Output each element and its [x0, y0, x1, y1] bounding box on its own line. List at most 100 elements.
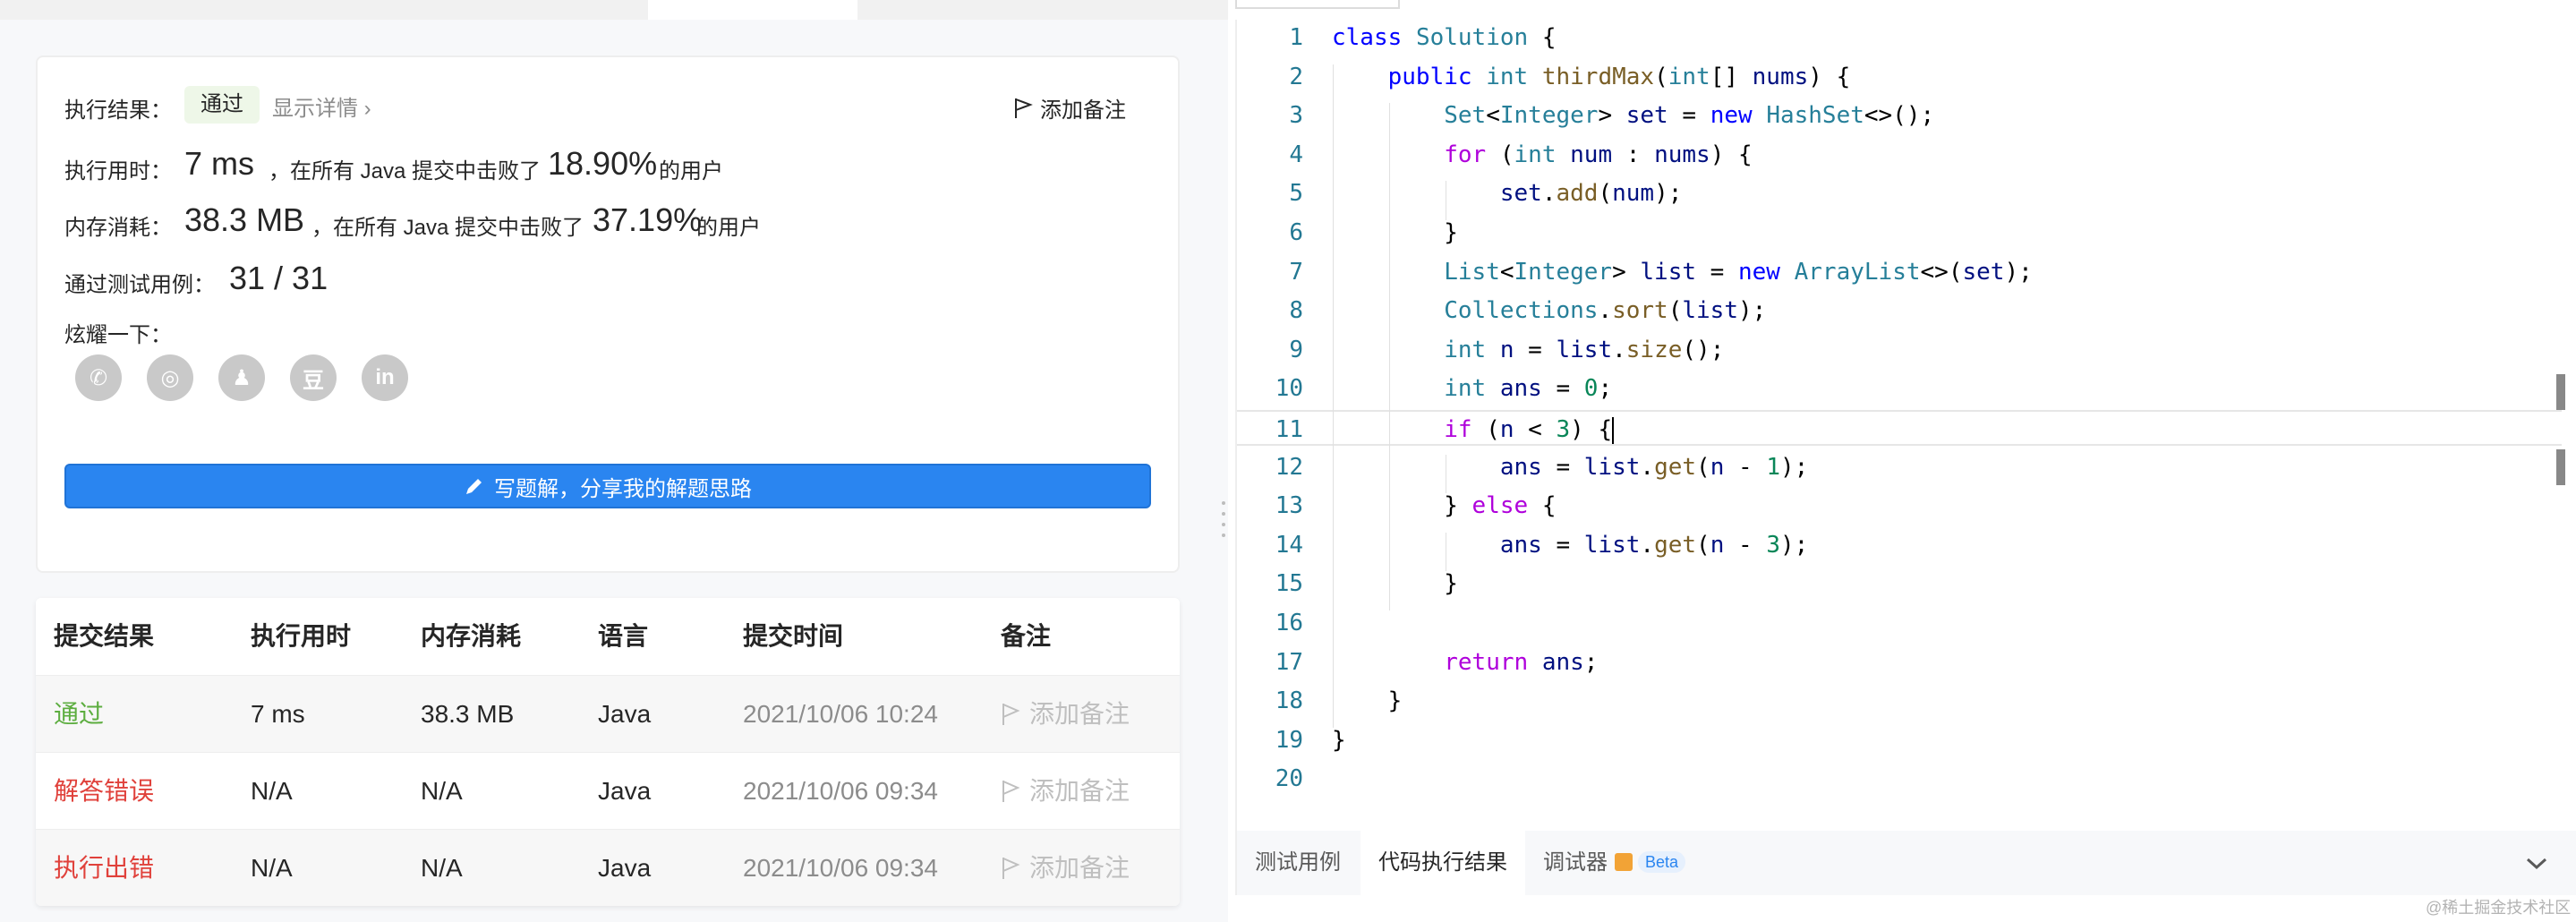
add-note-button[interactable]: 添加备注	[1013, 92, 1126, 124]
tests-value: 31 / 31	[229, 260, 328, 296]
show-details-link[interactable]: 显示详情 ›	[272, 90, 371, 122]
add-note-label: 添加备注	[1040, 98, 1126, 123]
code-text[interactable]: return ans;	[1332, 645, 1598, 680]
line-number: 16	[1275, 610, 1303, 636]
write-solution-label: 写题解，分享我的解题思路	[494, 476, 752, 501]
code-text[interactable]: ans = list.get(n - 1);	[1332, 449, 1808, 485]
tab-testcase[interactable]: 测试用例	[1237, 831, 1359, 895]
debugger-label: 调试器	[1543, 850, 1608, 875]
code-line[interactable]: 19}	[1237, 722, 2562, 758]
scrollbar-marker[interactable]	[2556, 374, 2565, 410]
row-runtime: N/A	[251, 777, 293, 805]
code-text[interactable]: public int thirdMax(int[] nums) {	[1332, 59, 1851, 95]
code-text[interactable]: }	[1332, 722, 1346, 758]
code-text[interactable]: for (int num : nums) {	[1332, 137, 1752, 173]
code-text[interactable]: Set<Integer> set = new HashSet<>();	[1332, 98, 1934, 133]
code-line[interactable]: 14 ans = list.get(n - 3);	[1237, 527, 2562, 563]
row-language: Java	[598, 777, 652, 805]
code-line[interactable]: 3 Set<Integer> set = new HashSet<>();	[1237, 98, 2562, 133]
wechat-icon[interactable]: ✆	[75, 354, 122, 401]
code-text[interactable]: List<Integer> list = new ArrayList<>(set…	[1332, 254, 2033, 290]
line-number: 6	[1289, 219, 1303, 246]
row-status[interactable]: 通过	[54, 676, 104, 753]
flag-icon	[1002, 858, 1020, 879]
result-label: 执行结果：	[64, 98, 172, 123]
runtime-value: 7 ms	[184, 145, 255, 182]
code-line[interactable]: 10 int ans = 0;	[1237, 371, 2562, 406]
flag-icon	[1015, 98, 1033, 118]
memory-suffix: 的用户	[696, 216, 761, 240]
code-text[interactable]: }	[1332, 683, 1403, 719]
table-row[interactable]: 解答错误 N/A N/A Java 2021/10/06 09:34 添加备注	[36, 752, 1180, 829]
code-line[interactable]: 8 Collections.sort(list);	[1237, 293, 2562, 329]
indent-guide	[1389, 103, 1390, 610]
write-solution-button[interactable]: 写题解，分享我的解题思路	[64, 464, 1151, 508]
table-row[interactable]: 通过 7 ms 38.3 MB Java 2021/10/06 10:24 添加…	[36, 675, 1180, 752]
memory-value: 38.3 MB	[184, 201, 305, 238]
code-text[interactable]: if (n < 3) {	[1332, 412, 1615, 448]
code-editor[interactable]: 1 class Solution { 2 public int thirdMax(i…	[1235, 20, 2576, 831]
indent-guide	[1333, 64, 1334, 728]
row-add-note[interactable]: 添加备注	[1001, 753, 1130, 830]
weibo-icon[interactable]: ◎	[147, 354, 193, 401]
row-note-label: 添加备注	[1029, 777, 1130, 805]
code-line[interactable]: 5 set.add(num);	[1237, 175, 2562, 211]
scrollbar-marker[interactable]	[2556, 449, 2565, 485]
panel-resize-handle[interactable]	[1219, 494, 1228, 575]
douban-icon[interactable]: 豆	[290, 354, 337, 401]
code-line[interactable]: 17 return ans;	[1237, 645, 2562, 680]
code-text[interactable]: ans = list.get(n - 3);	[1332, 527, 1808, 563]
header-runtime: 执行用时	[251, 622, 352, 650]
code-line[interactable]: 15 }	[1237, 566, 2562, 602]
runtime-suffix: 的用户	[659, 159, 723, 184]
line-number: 13	[1275, 492, 1303, 520]
code-text[interactable]: set.add(num);	[1332, 175, 1683, 211]
active-top-tab[interactable]	[648, 0, 857, 20]
code-line[interactable]: 1 class Solution {	[1237, 20, 2562, 55]
submissions-table: 提交结果 执行用时 内存消耗 语言 提交时间 备注 通过 7 ms 38.3 M…	[36, 598, 1180, 906]
code-line[interactable]: 18 }	[1237, 683, 2562, 719]
code-text[interactable]: class Solution {	[1332, 20, 1556, 55]
tab-run-result[interactable]: 代码执行结果	[1361, 831, 1525, 895]
header-status: 提交结果	[54, 622, 155, 650]
code-text[interactable]: int n = list.size();	[1332, 332, 1724, 368]
tests-label: 通过测试用例：	[64, 273, 215, 297]
code-line[interactable]: 9 int n = list.size();	[1237, 332, 2562, 368]
code-line[interactable]: 7 List<Integer> list = new ArrayList<>(s…	[1237, 254, 2562, 290]
table-header: 提交结果 执行用时 内存消耗 语言 提交时间 备注	[36, 598, 1180, 675]
code-text[interactable]: int ans = 0;	[1332, 371, 1612, 406]
row-status[interactable]: 执行出错	[54, 830, 154, 906]
code-line[interactable]: 12 ans = list.get(n - 1);	[1237, 449, 2562, 485]
line-number: 18	[1275, 687, 1303, 715]
top-tab-strip	[0, 0, 1228, 20]
header-memory: 内存消耗	[421, 622, 522, 650]
code-line[interactable]: 13 } else {	[1237, 488, 2562, 524]
code-line[interactable]: 20	[1237, 761, 2562, 797]
code-line[interactable]: 6 }	[1237, 215, 2562, 251]
line-number: 1	[1289, 24, 1303, 51]
code-text[interactable]: Collections.sort(list);	[1332, 293, 1766, 329]
tab-debugger[interactable]: 调试器 Beta	[1525, 831, 1703, 895]
row-time: 2021/10/06 10:24	[743, 700, 938, 728]
row-add-note[interactable]: 添加备注	[1001, 830, 1130, 906]
header-time: 提交时间	[743, 622, 844, 650]
code-text[interactable]: } else {	[1332, 488, 1556, 524]
code-text[interactable]: }	[1332, 566, 1458, 602]
row-add-note[interactable]: 添加备注	[1001, 676, 1130, 753]
row-memory: N/A	[421, 854, 463, 882]
table-row[interactable]: 执行出错 N/A N/A Java 2021/10/06 09:34 添加备注	[36, 829, 1180, 906]
row-status[interactable]: 解答错误	[54, 753, 154, 830]
linkedin-icon[interactable]: in	[362, 354, 408, 401]
code-line[interactable]: 11 if (n < 3) {	[1237, 410, 2562, 446]
qq-icon[interactable]: ♟	[218, 354, 265, 401]
editor-top-control[interactable]	[1235, 0, 1400, 9]
code-line[interactable]: 2 public int thirdMax(int[] nums) {	[1237, 59, 2562, 95]
flag-icon	[1002, 781, 1020, 802]
code-line[interactable]: 4 for (int num : nums) {	[1237, 137, 2562, 173]
runtime-label: 执行用时：	[64, 159, 172, 184]
line-number: 4	[1289, 141, 1303, 168]
chevron-down-icon[interactable]	[2524, 852, 2549, 874]
code-text[interactable]: }	[1332, 215, 1458, 251]
code-line[interactable]: 16	[1237, 605, 2562, 641]
header-note: 备注	[1001, 622, 1052, 650]
